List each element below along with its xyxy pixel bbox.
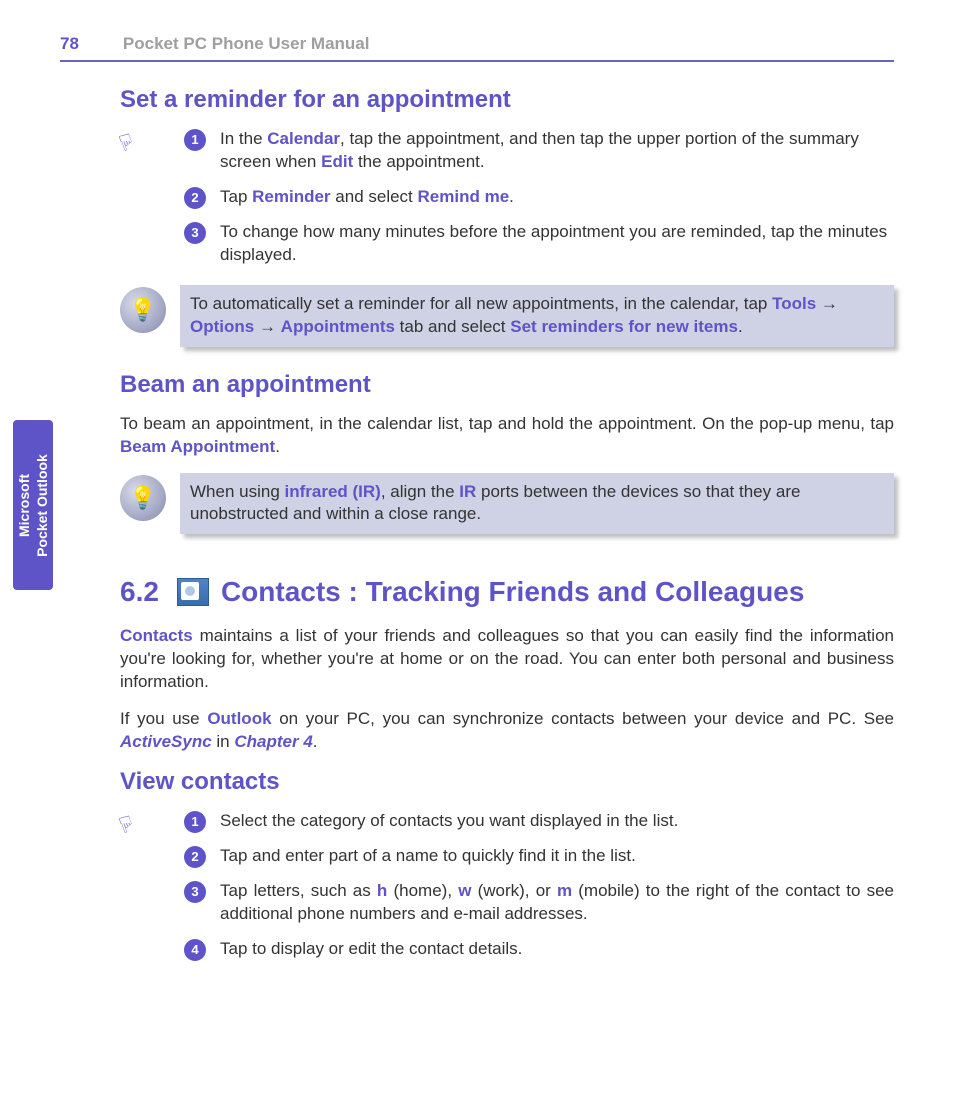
side-tab-line1: Microsoft <box>16 474 32 537</box>
step-text: Tap and enter part of a name to quickly … <box>220 845 894 868</box>
step-number-badge: 1 <box>184 811 206 833</box>
step-text: In the Calendar, tap the appointment, an… <box>220 128 894 174</box>
section-number: 6.2 <box>120 574 159 609</box>
step-number-badge: 4 <box>184 939 206 961</box>
set-reminder-steps: ☟ 1 In the Calendar, tap the appointment… <box>120 128 894 267</box>
contacts-app-icon <box>177 578 209 606</box>
manual-title: Pocket PC Phone User Manual <box>123 34 370 54</box>
heading-beam-appointment: Beam an appointment <box>120 371 894 399</box>
header-divider <box>60 60 894 62</box>
step-list: 1 In the Calendar, tap the appointment, … <box>184 128 894 267</box>
beam-paragraph: To beam an appointment, in the calendar … <box>120 413 894 459</box>
heading-contacts-section: 6.2 Contacts : Tracking Friends and Coll… <box>120 574 894 609</box>
step-item: 3 To change how many minutes before the … <box>184 221 894 267</box>
lightbulb-icon: 💡 <box>120 475 166 521</box>
step-text: Tap letters, such as h (home), w (work),… <box>220 880 894 926</box>
tap-hand-icon: ☟ <box>116 128 137 157</box>
tip-row: 💡 To automatically set a reminder for al… <box>120 285 894 347</box>
side-tab-line2: Pocket Outlook <box>33 454 49 557</box>
step-text: Select the category of contacts you want… <box>220 810 894 833</box>
tip-box: When using infrared (IR), align the IR p… <box>180 473 894 535</box>
step-text: Tap Reminder and select Remind me. <box>220 186 894 209</box>
step-item: 1 In the Calendar, tap the appointment, … <box>184 128 894 174</box>
manual-page: 78 Pocket PC Phone User Manual Microsoft… <box>0 0 954 1019</box>
step-item: 3 Tap letters, such as h (home), w (work… <box>184 880 894 926</box>
page-content: Set a reminder for an appointment ☟ 1 In… <box>120 86 894 961</box>
step-item: 2 Tap Reminder and select Remind me. <box>184 186 894 209</box>
heading-set-reminder: Set a reminder for an appointment <box>120 86 894 114</box>
contacts-paragraph-1: Contacts maintains a list of your friend… <box>120 625 894 694</box>
tap-hand-icon: ☟ <box>116 811 137 840</box>
section-title-text: Contacts : Tracking Friends and Colleagu… <box>221 574 804 609</box>
step-text: To change how many minutes before the ap… <box>220 221 894 267</box>
chapter-side-tab: Microsoft Pocket Outlook <box>13 420 53 590</box>
tip-box: To automatically set a reminder for all … <box>180 285 894 347</box>
tip-row: 💡 When using infrared (IR), align the IR… <box>120 473 894 535</box>
step-number-badge: 2 <box>184 187 206 209</box>
heading-view-contacts: View contacts <box>120 768 894 796</box>
chapter-side-tab-text: Microsoft Pocket Outlook <box>16 454 51 557</box>
page-header: 78 Pocket PC Phone User Manual <box>60 34 894 54</box>
step-item: 2 Tap and enter part of a name to quickl… <box>184 845 894 868</box>
step-list: 1 Select the category of contacts you wa… <box>184 810 894 961</box>
step-number-badge: 3 <box>184 222 206 244</box>
step-number-badge: 1 <box>184 129 206 151</box>
step-number-badge: 3 <box>184 881 206 903</box>
view-contacts-steps: ☟ 1 Select the category of contacts you … <box>120 810 894 961</box>
page-number: 78 <box>60 34 79 54</box>
step-item: 1 Select the category of contacts you wa… <box>184 810 894 833</box>
lightbulb-icon: 💡 <box>120 287 166 333</box>
step-number-badge: 2 <box>184 846 206 868</box>
step-text: Tap to display or edit the contact detai… <box>220 938 894 961</box>
step-item: 4 Tap to display or edit the contact det… <box>184 938 894 961</box>
contacts-paragraph-2: If you use Outlook on your PC, you can s… <box>120 708 894 754</box>
